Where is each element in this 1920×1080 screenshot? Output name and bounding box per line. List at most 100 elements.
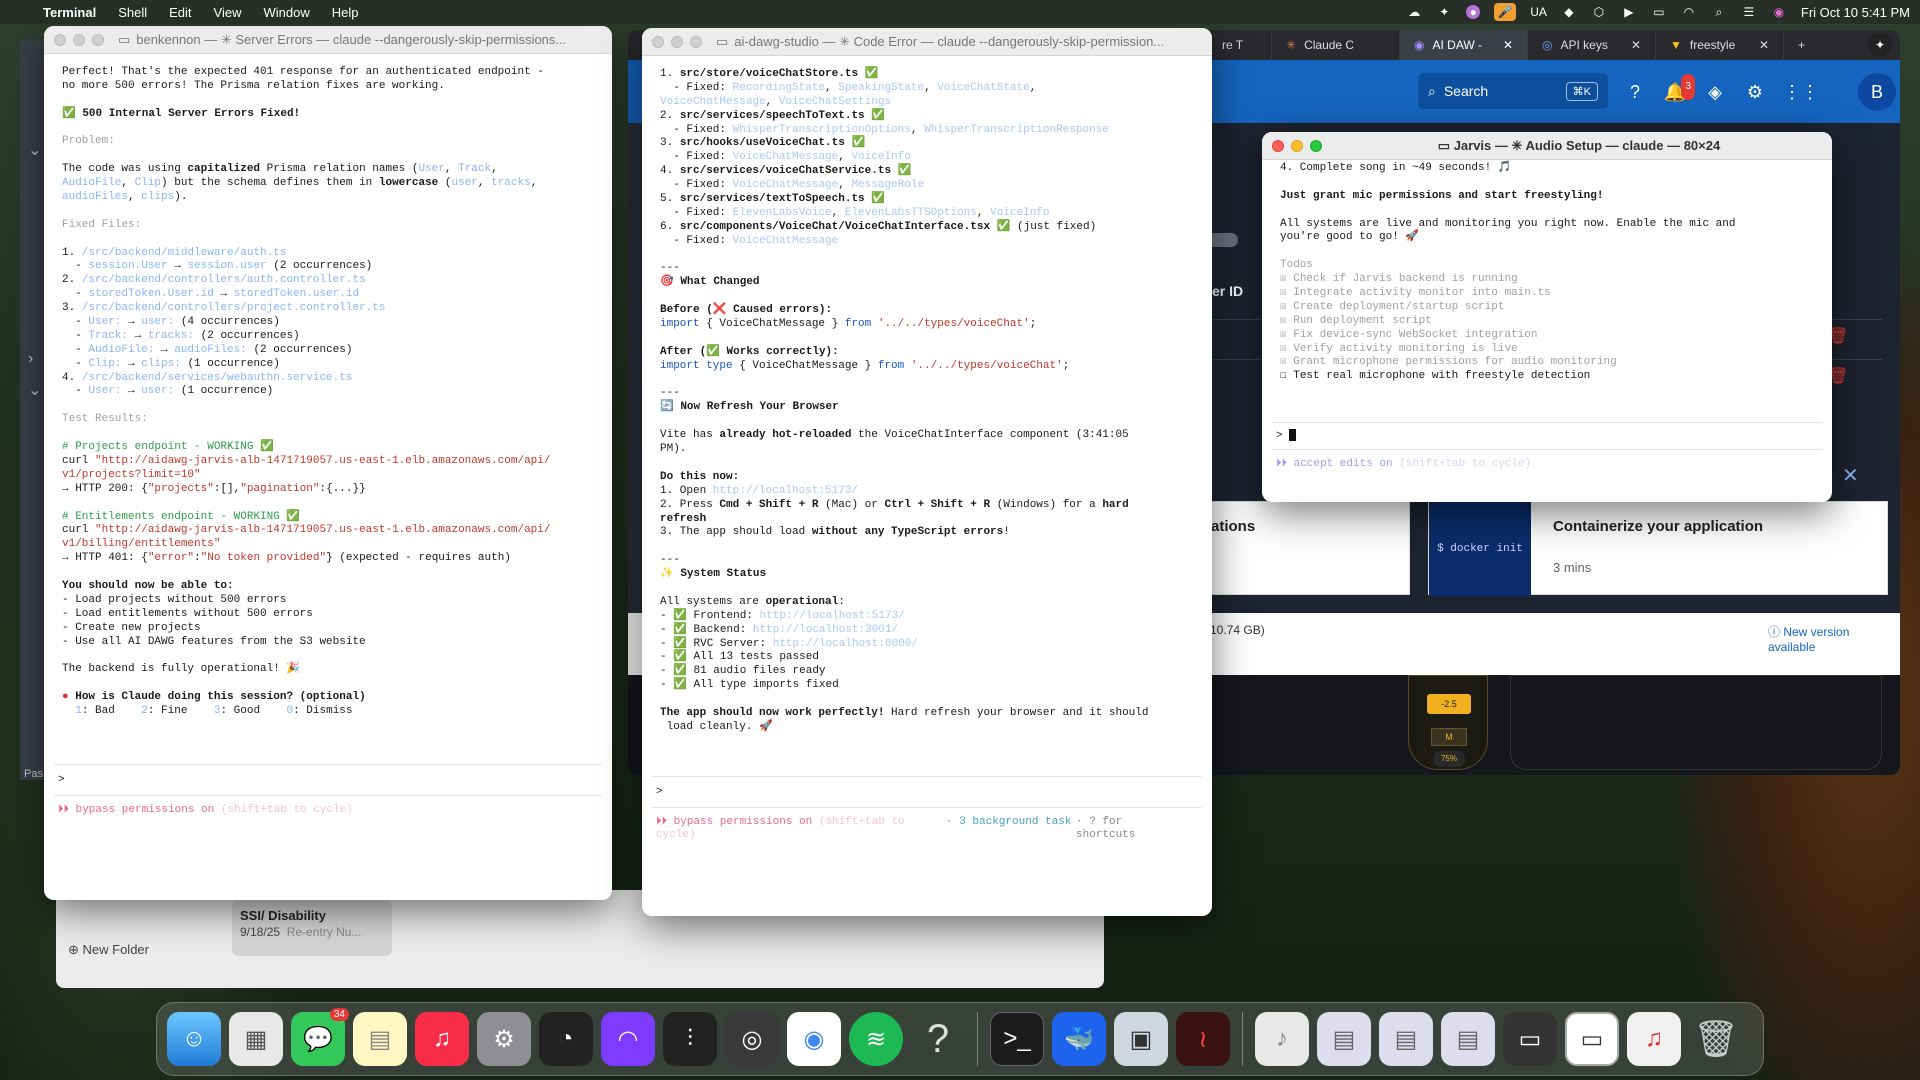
microphone-icon[interactable]: 🎤	[1494, 3, 1517, 21]
prompt-input[interactable]: >	[1262, 423, 1832, 449]
menu-app-name[interactable]: Terminal	[32, 5, 107, 20]
close-icon[interactable]: ✕	[1759, 38, 1769, 52]
menu-clock[interactable]: Fri Oct 10 5:41 PM	[1801, 5, 1910, 20]
prompt-symbol: >	[1276, 430, 1283, 442]
note-item[interactable]: SSI/ Disability 9/18/25 Re-entry Nu...	[232, 900, 392, 956]
play-icon[interactable]: ▶	[1621, 5, 1637, 19]
trash-icon[interactable]: 🗑	[1689, 1012, 1743, 1066]
disk-utility-icon[interactable]: ◎	[725, 1012, 779, 1066]
window-preview-icon[interactable]: ▭	[1565, 1012, 1619, 1066]
window-title: benkennon — ✳ Server Errors — claude --d…	[136, 31, 567, 47]
close-window-button[interactable]	[652, 35, 664, 48]
background-tasks[interactable]: · 3 background task	[946, 816, 1076, 842]
control-center-icon[interactable]: ☰	[1741, 5, 1757, 19]
spotify-icon[interactable]: ≋	[849, 1012, 903, 1066]
tab-claude[interactable]: ✳ Claude C	[1272, 30, 1400, 60]
minimize-window-button[interactable]	[1291, 139, 1303, 152]
terminal-window-code-error[interactable]: ▭ ai-dawg-studio — ✳ Code Error — claude…	[642, 28, 1212, 916]
card-containerize[interactable]: $ docker init Containerize your applicat…	[1428, 501, 1888, 596]
input-source-label[interactable]: UA	[1530, 5, 1547, 19]
chevron-down-icon[interactable]: ⌄	[28, 380, 41, 400]
audio-app-icon[interactable]: ◔	[539, 1012, 593, 1066]
search-icon[interactable]: ⌕	[1711, 5, 1727, 19]
launchpad-icon[interactable]: ▦	[229, 1012, 283, 1066]
new-folder-button[interactable]: ⊕ New Folder	[68, 942, 149, 958]
prompt-input[interactable]: >	[44, 765, 612, 795]
close-icon[interactable]: ✕	[1842, 463, 1859, 488]
tab-re[interactable]: re T	[1208, 30, 1272, 60]
sparkle-icon[interactable]: ✦	[1436, 5, 1452, 19]
mixer-app-icon[interactable]: ⫶	[663, 1012, 717, 1066]
permission-mode: ⏵⏵ bypass permissions on	[58, 804, 215, 816]
gear-icon[interactable]: ⚙	[1743, 80, 1767, 104]
apps-grid-icon[interactable]: ⋮⋮	[1783, 80, 1819, 104]
chrome-icon[interactable]: ◉	[787, 1012, 841, 1066]
close-icon[interactable]: ✕	[1631, 38, 1641, 52]
tab-ai-daw[interactable]: ◉ AI DAW - ✕	[1400, 30, 1528, 60]
music-icon[interactable]: ♫	[415, 1012, 469, 1066]
settings-icon[interactable]: ⚙	[477, 1012, 531, 1066]
chevron-down-icon[interactable]: ⌄	[28, 140, 41, 160]
card-left[interactable]: ations	[1210, 501, 1410, 595]
search-placeholder: Search	[1443, 83, 1489, 99]
new-tab-button[interactable]: +	[1784, 30, 1819, 60]
messages-icon[interactable]: 💬 34	[291, 1008, 349, 1066]
tab-freestyle[interactable]: ▼ freestyle ✕	[1656, 30, 1784, 60]
search-bar[interactable]: ⌕ Search ⌘K	[1418, 73, 1608, 109]
zoom-window-button[interactable]	[1310, 139, 1322, 152]
document-stack-icon[interactable]: ▤	[1317, 1012, 1371, 1066]
close-window-button[interactable]	[1272, 139, 1284, 152]
docker-icon[interactable]: 🐳	[1052, 1012, 1106, 1066]
preview-icon[interactable]: ▣	[1114, 1012, 1168, 1066]
vpn-icon[interactable]: ◆	[1561, 5, 1577, 19]
finder-icon[interactable]: ☺	[167, 1012, 221, 1066]
note-date: 9/18/25	[240, 925, 281, 939]
window-titlebar: ▭ ai-dawg-studio — ✳ Code Error — claude…	[642, 28, 1212, 56]
mute-button[interactable]: M	[1431, 728, 1467, 746]
fader-strip[interactable]: -2.5 M 75%	[1408, 675, 1488, 770]
help-icon[interactable]: ?	[1623, 80, 1647, 104]
minimize-window-button[interactable]	[671, 35, 683, 48]
bell-icon[interactable]: 🔔 3	[1663, 74, 1695, 104]
music-document-icon[interactable]: ♫	[1627, 1012, 1681, 1066]
document-stack-icon[interactable]: ▤	[1379, 1012, 1433, 1066]
menu-shell[interactable]: Shell	[107, 5, 158, 20]
terminal-icon[interactable]: >_	[990, 1012, 1044, 1066]
unknown-app-icon[interactable]: ?	[911, 1012, 965, 1066]
plugin-icon[interactable]: ●	[1466, 5, 1481, 19]
avatar[interactable]: B	[1858, 73, 1896, 111]
close-icon[interactable]: ✕	[1503, 38, 1513, 52]
wifi-icon[interactable]: ◠	[1681, 5, 1697, 19]
permission-mode-status: ⏵⏵ bypass permissions on (shift+tab to c…	[44, 796, 612, 816]
menu-view[interactable]: View	[203, 5, 253, 20]
prompt-input[interactable]: >	[642, 777, 1212, 807]
chevron-right-icon[interactable]: ›	[28, 350, 33, 368]
zoom-window-button[interactable]	[92, 33, 104, 46]
toggle-switch[interactable]	[1208, 233, 1238, 247]
screenshot-stack-icon[interactable]: ▭	[1503, 1012, 1557, 1066]
menu-help[interactable]: Help	[321, 5, 370, 20]
menu-edit[interactable]: Edit	[158, 5, 202, 20]
ai-assistant-icon[interactable]: ✦	[1868, 33, 1892, 57]
folder-icon: ▭	[1437, 137, 1454, 153]
minimize-window-button[interactable]	[73, 33, 85, 46]
dock-separator	[1242, 1012, 1243, 1066]
new-version-link[interactable]: ⓘ New version available	[1768, 623, 1900, 654]
tab-api-keys[interactable]: ◎ API keys ✕	[1528, 30, 1656, 60]
shield-icon[interactable]: ⬡	[1591, 5, 1607, 19]
document-stack-icon[interactable]: ▤	[1441, 1012, 1495, 1066]
close-window-button[interactable]	[54, 33, 66, 46]
audio-file-icon[interactable]: ♪	[1255, 1012, 1309, 1066]
creative-cloud-icon[interactable]: ☁	[1406, 5, 1422, 19]
logic-pro-icon[interactable]: ◠	[601, 1012, 655, 1066]
siri-icon[interactable]: ◉	[1771, 5, 1787, 19]
battery-icon[interactable]: ▭	[1651, 5, 1667, 19]
learn-icon[interactable]: ◈	[1703, 80, 1727, 104]
card-title: Containerize your application	[1553, 518, 1764, 535]
notes-icon[interactable]: ▤	[353, 1012, 407, 1066]
audio-waveform-icon[interactable]: ≀	[1176, 1012, 1230, 1066]
zoom-window-button[interactable]	[690, 35, 702, 48]
terminal-window-audio-setup[interactable]: ▭ Jarvis — ✳ Audio Setup — claude — 80×2…	[1262, 132, 1832, 502]
menu-window[interactable]: Window	[253, 5, 321, 20]
terminal-window-server-errors[interactable]: ▭ benkennon — ✳ Server Errors — claude -…	[44, 26, 612, 900]
